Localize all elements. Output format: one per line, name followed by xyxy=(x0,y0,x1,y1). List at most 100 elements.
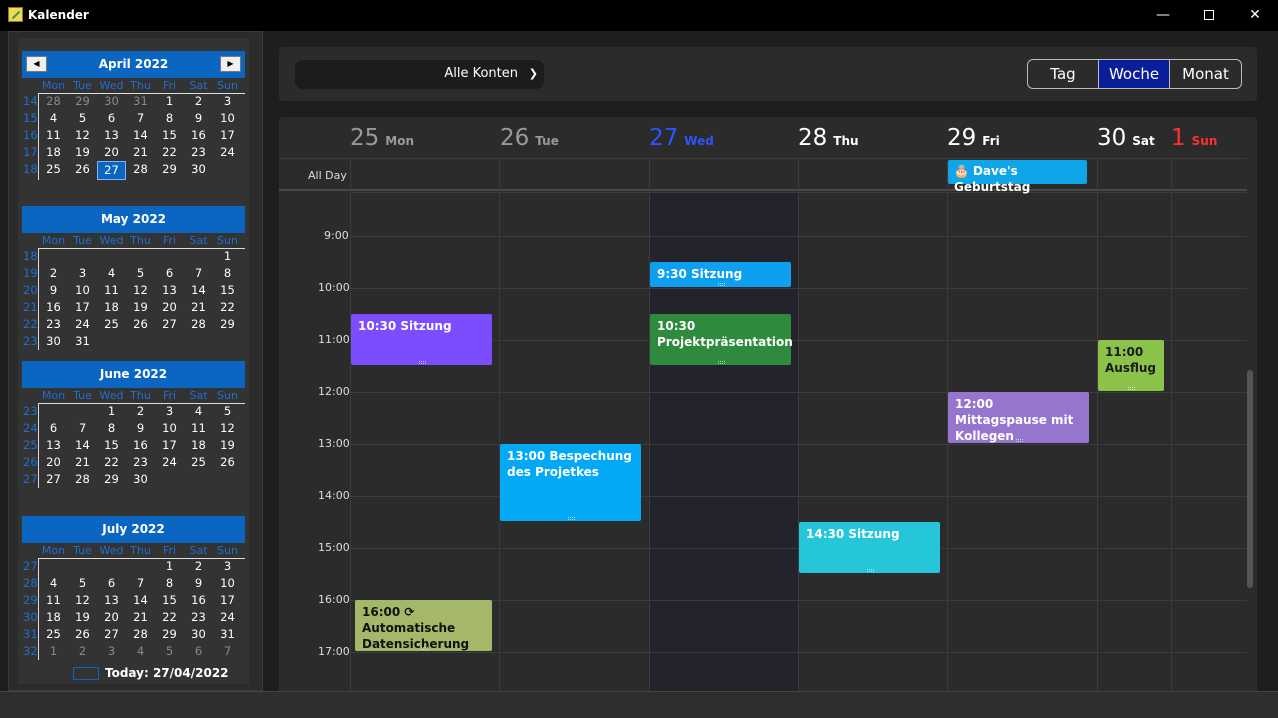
view-button-woche[interactable]: Woche xyxy=(1099,60,1170,88)
calendar-event[interactable]: 14:30 Sitzung xyxy=(799,522,940,573)
mini-day[interactable]: 3 xyxy=(213,93,242,110)
mini-day[interactable]: 6 xyxy=(184,643,213,660)
mini-day[interactable]: 10 xyxy=(155,420,184,437)
calendar-event[interactable]: 16:00 ⟳ Automatische Datensicherung xyxy=(355,600,492,651)
mini-day[interactable]: 29 xyxy=(155,161,184,180)
mini-day[interactable]: 3 xyxy=(97,643,126,660)
mini-day[interactable]: 30 xyxy=(184,626,213,643)
event-resize-handle[interactable] xyxy=(866,569,874,572)
mini-day[interactable]: 22 xyxy=(155,144,184,161)
view-button-tag[interactable]: Tag xyxy=(1028,60,1099,88)
mini-day[interactable]: 4 xyxy=(184,403,213,420)
mini-day[interactable]: 26 xyxy=(68,626,97,643)
mini-day[interactable]: 19 xyxy=(68,144,97,161)
view-button-monat[interactable]: Monat xyxy=(1170,60,1241,88)
mini-day[interactable]: 2 xyxy=(184,93,213,110)
mini-day[interactable]: 9 xyxy=(126,420,155,437)
close-button[interactable]: ✕ xyxy=(1232,0,1278,31)
mini-day[interactable]: 26 xyxy=(68,161,97,180)
mini-day[interactable]: 15 xyxy=(97,437,126,454)
mini-day[interactable]: 14 xyxy=(184,282,213,299)
mini-day[interactable]: 14 xyxy=(68,437,97,454)
mini-day[interactable]: 12 xyxy=(68,592,97,609)
event-resize-handle[interactable] xyxy=(420,647,428,650)
day-header[interactable]: 27 Wed xyxy=(649,125,714,151)
maximize-button[interactable] xyxy=(1186,0,1232,31)
mini-day[interactable]: 21 xyxy=(68,454,97,471)
mini-day[interactable]: 19 xyxy=(126,299,155,316)
mini-day[interactable]: 4 xyxy=(39,575,68,592)
mini-day[interactable]: 21 xyxy=(126,144,155,161)
mini-day[interactable]: 15 xyxy=(155,127,184,144)
mini-day[interactable]: 6 xyxy=(97,110,126,127)
mini-day[interactable]: 10 xyxy=(213,110,242,127)
mini-day[interactable]: 8 xyxy=(155,110,184,127)
calendar-event[interactable]: 10:30 Projektpräsentation xyxy=(650,314,793,365)
mini-day[interactable]: 14 xyxy=(126,127,155,144)
mini-day[interactable]: 24 xyxy=(213,609,242,626)
day-header[interactable]: 29 Fri xyxy=(947,125,1000,151)
mini-day[interactable]: 20 xyxy=(39,454,68,471)
mini-day[interactable]: 23 xyxy=(126,454,155,471)
mini-day[interactable]: 5 xyxy=(68,575,97,592)
mini-day[interactable]: 20 xyxy=(97,609,126,626)
event-resize-handle[interactable] xyxy=(567,517,575,520)
mini-day[interactable]: 29 xyxy=(68,93,97,110)
mini-day[interactable]: 29 xyxy=(155,626,184,643)
next-month-button[interactable]: ▶ xyxy=(220,56,241,72)
mini-day[interactable]: 28 xyxy=(126,626,155,643)
minimize-button[interactable]: — xyxy=(1140,0,1186,31)
mini-day[interactable]: 26 xyxy=(126,316,155,333)
mini-day[interactable]: 27 xyxy=(155,316,184,333)
day-header[interactable]: 25 Mon xyxy=(350,125,414,151)
mini-day[interactable]: 20 xyxy=(155,299,184,316)
mini-day[interactable]: 5 xyxy=(68,110,97,127)
mini-day[interactable]: 24 xyxy=(68,316,97,333)
mini-day[interactable]: 16 xyxy=(126,437,155,454)
mini-day[interactable]: 7 xyxy=(213,643,242,660)
calendar-event[interactable]: 9:30 Sitzung xyxy=(650,262,791,287)
mini-day[interactable]: 11 xyxy=(97,282,126,299)
vertical-scrollbar[interactable] xyxy=(1247,370,1253,588)
mini-day[interactable]: 7 xyxy=(126,575,155,592)
mini-day[interactable]: 27 xyxy=(39,471,68,488)
mini-day[interactable]: 17 xyxy=(213,592,242,609)
prev-month-button[interactable]: ◀ xyxy=(26,56,47,72)
mini-day[interactable]: 15 xyxy=(155,592,184,609)
day-header[interactable]: 1 Sun xyxy=(1171,125,1217,151)
mini-day[interactable]: 5 xyxy=(213,403,242,420)
mini-day[interactable]: 18 xyxy=(39,144,68,161)
event-resize-handle[interactable] xyxy=(717,361,725,364)
mini-day[interactable]: 17 xyxy=(68,299,97,316)
mini-day[interactable]: 23 xyxy=(184,144,213,161)
day-header[interactable]: 26 Tue xyxy=(500,125,559,151)
mini-day[interactable]: 30 xyxy=(97,93,126,110)
mini-day[interactable]: 31 xyxy=(213,626,242,643)
calendar-event[interactable]: 12:00 Mittagspause mit Kollegen xyxy=(948,392,1089,443)
mini-day[interactable]: 23 xyxy=(39,316,68,333)
mini-day[interactable]: 28 xyxy=(126,161,155,180)
mini-day[interactable]: 1 xyxy=(155,558,184,575)
event-resize-handle[interactable] xyxy=(1128,387,1135,390)
allday-event[interactable]: 🎂 Dave's Geburtstag xyxy=(948,160,1087,194)
event-resize-handle[interactable] xyxy=(717,283,725,286)
day-header[interactable]: 30 Sat xyxy=(1097,125,1155,151)
mini-day[interactable]: 16 xyxy=(184,592,213,609)
mini-day[interactable]: 9 xyxy=(184,110,213,127)
mini-day[interactable]: 2 xyxy=(39,265,68,282)
mini-day[interactable]: 3 xyxy=(155,403,184,420)
mini-day[interactable]: 11 xyxy=(184,420,213,437)
mini-day[interactable]: 3 xyxy=(68,265,97,282)
mini-day[interactable]: 17 xyxy=(155,437,184,454)
mini-day[interactable]: 31 xyxy=(68,333,97,350)
mini-day[interactable]: 7 xyxy=(184,265,213,282)
mini-day[interactable]: 18 xyxy=(97,299,126,316)
mini-day[interactable]: 21 xyxy=(184,299,213,316)
mini-day[interactable]: 10 xyxy=(68,282,97,299)
mini-day[interactable]: 7 xyxy=(68,420,97,437)
mini-day[interactable]: 9 xyxy=(39,282,68,299)
mini-day[interactable]: 14 xyxy=(126,592,155,609)
mini-day[interactable]: 12 xyxy=(126,282,155,299)
mini-day[interactable]: 21 xyxy=(126,609,155,626)
event-resize-handle[interactable] xyxy=(418,361,426,364)
